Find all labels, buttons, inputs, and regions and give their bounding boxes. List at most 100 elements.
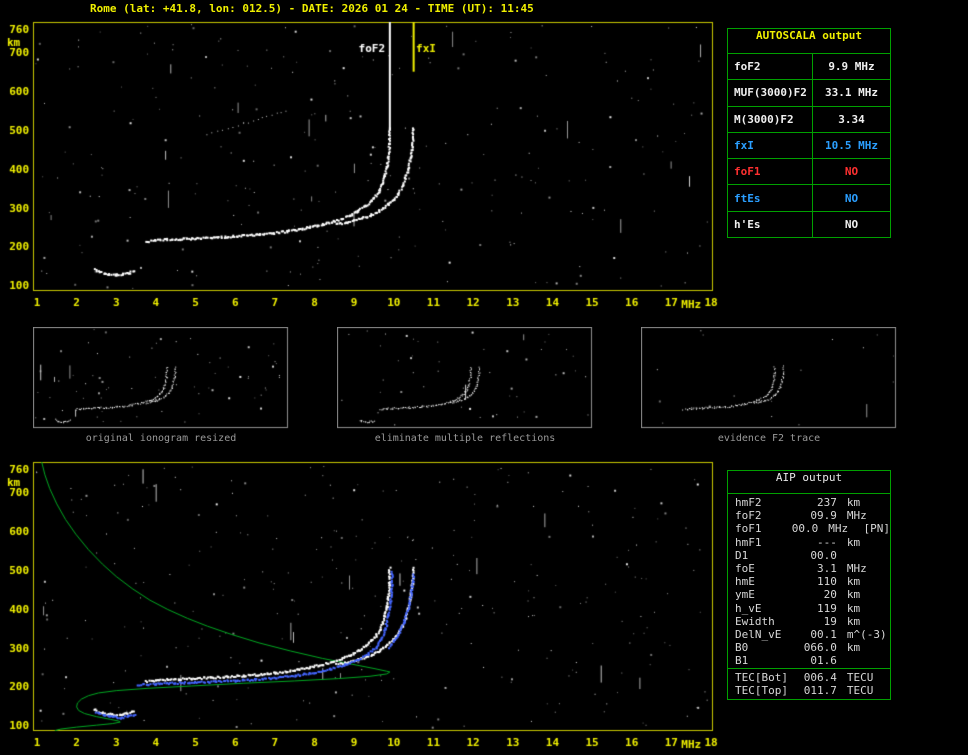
- filtered-ionogram-panel: [337, 327, 593, 429]
- aip-param-value: 00.1: [810, 628, 837, 642]
- autoscala-param-value: 33.1 MHz: [825, 86, 878, 100]
- aip-param-value: 01.6: [810, 654, 837, 668]
- aip-row: B1 01.6: [735, 654, 890, 667]
- table-row: foF2 9.9 MHz: [728, 54, 890, 81]
- aip-tec-section: TEC[Bot] 006.4 TECU TEC[Top] 011.7 TECU: [728, 667, 890, 699]
- autoscala-param-value: 10.5 MHz: [825, 138, 878, 152]
- autoscala-param-label: ftEs: [728, 185, 813, 211]
- aip-param-value: 00.0: [810, 548, 837, 562]
- aip-param-unit: [847, 549, 890, 562]
- aip-row: foF2 09.9 MHz: [735, 509, 890, 522]
- caption-eliminate-multiples: eliminate multiple reflections: [374, 433, 556, 444]
- aip-param-value: 006.4: [803, 670, 837, 684]
- autoscala-param-value: NO: [844, 191, 859, 205]
- table-row: h'Es NO: [728, 211, 890, 237]
- f2-evidence-ionogram-canvas: [641, 327, 897, 429]
- table-row: MUF(3000)F2 33.1 MHz: [728, 80, 890, 107]
- aip-param-unit: km: [846, 496, 861, 509]
- aip-param-label: B1: [735, 654, 749, 668]
- aip-param-value: 20: [823, 588, 837, 602]
- aip-param-value: 3.1: [817, 562, 837, 576]
- aip-param-unit: [847, 654, 890, 667]
- aip-param-label: TEC[Top]: [735, 683, 788, 697]
- resized-ionogram-canvas: [33, 327, 289, 429]
- aip-param-unit: km: [846, 575, 861, 589]
- aip-row: h_vE 119 km: [735, 602, 890, 615]
- aip-row: foF1 00.0 MHz [PN]: [735, 522, 890, 535]
- aip-row: B0 066.0 km: [735, 641, 890, 654]
- aip-row: hmF1 --- km: [735, 536, 890, 549]
- filtered-ionogram-canvas: [337, 327, 593, 429]
- aip-param-value: 19: [823, 614, 837, 628]
- aip-param-label: hmF2: [735, 496, 762, 509]
- aip-output-title: AIP output: [728, 471, 890, 494]
- aip-param-unit: TECU: [846, 683, 874, 697]
- aip-output-table: AIP output hmF2 237 km foF2 09.9 MHz foF…: [727, 470, 891, 700]
- autoscala-param-label: MUF(3000)F2: [728, 80, 813, 106]
- autoscala-param-label: h'Es: [728, 211, 813, 237]
- aip-param-value: 110: [817, 575, 837, 589]
- table-row: foF1 NO: [728, 159, 890, 186]
- autoscala-param-value: NO: [844, 217, 859, 231]
- autoscala-param-label: M(3000)F2: [728, 106, 813, 132]
- aip-param-unit: MHz: [846, 562, 867, 576]
- aip-param-label: foE: [735, 562, 755, 576]
- profile-ionogram-plot: [0, 454, 728, 754]
- aip-row: DelN_vE 00.1 m^(-3): [735, 628, 890, 641]
- main-ionogram-plot: [0, 14, 728, 314]
- autoscala-param-label: foF1: [728, 159, 813, 185]
- table-row: ftEs NO: [728, 185, 890, 212]
- aip-param-label: TEC[Bot]: [735, 670, 788, 684]
- aip-row: TEC[Bot] 006.4 TECU: [735, 671, 890, 684]
- aip-row: hmF2 237 km: [735, 496, 890, 509]
- autoscala-param-label: foF2: [728, 54, 813, 80]
- f2-evidence-ionogram-panel: [641, 327, 897, 429]
- profile-ionogram-canvas: [0, 454, 728, 754]
- main-ionogram-canvas: [0, 14, 728, 314]
- autoscala-output-table: AUTOSCALA output foF2 9.9 MHz MUF(3000)F…: [727, 28, 891, 238]
- aip-param-value: 09.9: [810, 509, 837, 523]
- aip-param-extra: [PN]: [863, 522, 891, 536]
- aip-param-value: 237: [817, 496, 837, 509]
- aip-param-value: 066.0: [803, 641, 837, 655]
- aip-row: foE 3.1 MHz: [735, 562, 890, 575]
- aip-row: TEC[Top] 011.7 TECU: [735, 684, 890, 697]
- aip-param-unit: m^(-3): [846, 628, 887, 642]
- table-row: fxI 10.5 MHz: [728, 132, 890, 160]
- aip-param-label: h_vE: [735, 601, 762, 615]
- aip-param-unit: km: [846, 535, 861, 549]
- aip-param-value: ---: [817, 535, 837, 549]
- resized-ionogram-panel: [33, 327, 289, 429]
- aip-param-unit: km: [846, 601, 861, 615]
- aip-row: hmE 110 km: [735, 575, 890, 588]
- autoscala-param-label: fxI: [728, 132, 813, 159]
- aip-param-unit: MHz: [828, 522, 849, 536]
- aip-param-label: hmF1: [735, 535, 762, 549]
- aip-param-unit: MHz: [846, 509, 867, 523]
- autoscala-screen: Rome (lat: +41.8, lon: 012.5) - DATE: 20…: [0, 0, 968, 755]
- aip-param-label: B0: [735, 641, 749, 655]
- aip-param-value: 011.7: [803, 683, 837, 697]
- aip-param-value: 00.0: [791, 522, 819, 536]
- autoscala-param-value: 3.34: [838, 112, 865, 126]
- aip-row: Ewidth 19 km: [735, 615, 890, 628]
- caption-original-ionogram: original ionogram resized: [85, 433, 237, 444]
- aip-param-unit: TECU: [846, 670, 874, 684]
- aip-param-label: foF1: [735, 522, 762, 536]
- autoscala-output-title: AUTOSCALA output: [728, 29, 890, 54]
- aip-param-label: DelN_vE: [735, 628, 782, 642]
- caption-evidence-f2-trace: evidence F2 trace: [717, 433, 821, 444]
- aip-param-label: foF2: [735, 509, 762, 523]
- aip-param-unit: km: [846, 588, 861, 602]
- aip-param-label: ymE: [735, 588, 755, 602]
- aip-param-label: hmE: [735, 575, 755, 589]
- aip-param-unit: km: [846, 641, 861, 655]
- aip-row: D1 00.0: [735, 549, 890, 562]
- table-row: M(3000)F2 3.34: [728, 106, 890, 133]
- aip-output-body: hmF2 237 km foF2 09.9 MHz foF1 00.0 MHz …: [728, 494, 890, 668]
- autoscala-param-value: 9.9 MHz: [828, 60, 875, 74]
- aip-row: ymE 20 km: [735, 588, 890, 601]
- aip-param-unit: km: [846, 614, 861, 628]
- aip-param-label: Ewidth: [735, 614, 775, 628]
- aip-param-label: D1: [735, 548, 749, 562]
